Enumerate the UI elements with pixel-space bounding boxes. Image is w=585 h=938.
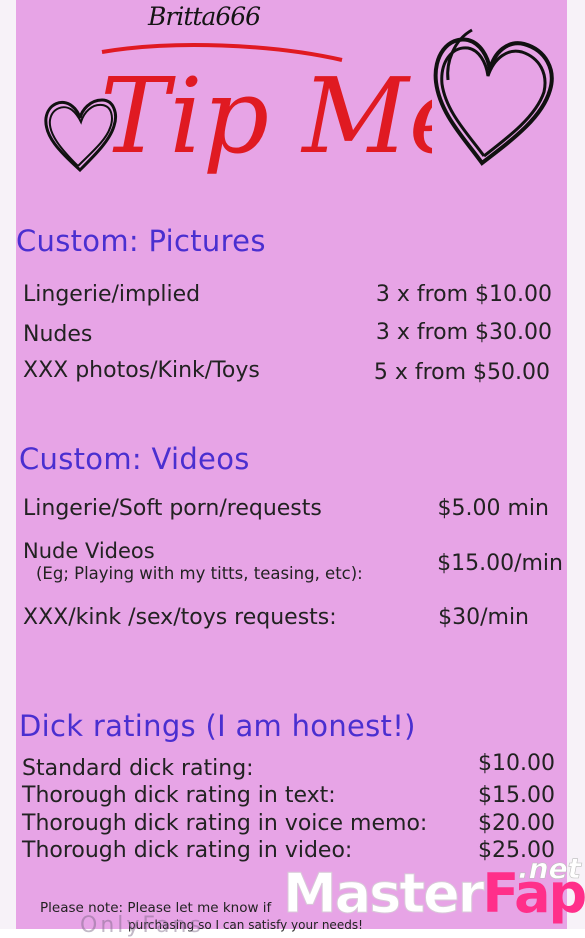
list-item-label: Nude Videos	[23, 539, 155, 563]
list-item-price: 3 x from $30.00	[375, 320, 552, 345]
masterfap-watermark[interactable]: MasterFap .net	[282, 852, 585, 926]
list-item-price: $5.00 min	[437, 496, 549, 521]
list-item-price: $15.00	[478, 783, 555, 808]
watermark-master: Master	[282, 862, 484, 926]
list-item-label: Thorough dick rating in text:	[22, 783, 336, 808]
watermark-net: .net	[518, 852, 582, 886]
list-item-label: Standard dick rating:	[22, 756, 254, 781]
list-item-price: 5 x from $50.00	[373, 360, 550, 385]
list-item-price: $20.00	[478, 811, 555, 836]
section-title-dick-ratings: Dick ratings (I am honest!)	[19, 709, 416, 743]
section-title-videos: Custom: Videos	[19, 442, 250, 476]
username: Britta666	[148, 2, 261, 31]
list-item-label: Lingerie/implied	[23, 282, 201, 307]
list-item-price: 3 x from $10.00	[375, 282, 552, 307]
left-border	[0, 0, 16, 929]
list-item-price: $10.00	[478, 751, 555, 776]
list-item-label: Thorough dick rating in voice memo:	[22, 811, 428, 836]
list-item-sublabel: (Eg; Playing with my titts, teasing, etc…	[36, 564, 363, 583]
list-item-label: Nudes	[23, 322, 93, 347]
list-item-price: $15.00/min	[437, 551, 563, 576]
list-item-label: XXX photos/Kink/Toys	[23, 358, 260, 383]
list-item-label: XXX/kink /sex/toys requests:	[23, 605, 337, 630]
ghost-watermark: OnlyFans	[80, 913, 204, 938]
right-border	[567, 0, 585, 929]
section-title-pictures: Custom: Pictures	[16, 224, 266, 258]
title-text: Tip Menu	[100, 55, 432, 177]
heart-outline-icon	[433, 28, 554, 166]
list-item-price: $30/min	[438, 605, 529, 630]
list-item-label: Lingerie/Soft porn/requests	[23, 496, 322, 521]
tip-menu-title: Tip Menu	[100, 43, 432, 177]
